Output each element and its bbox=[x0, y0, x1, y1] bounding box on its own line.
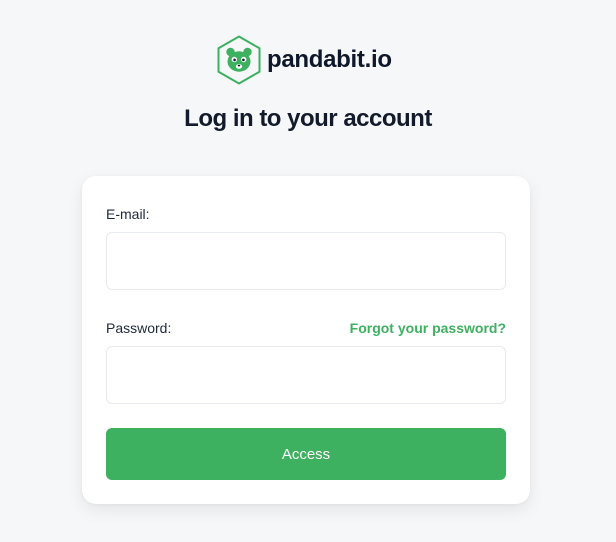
panda-hexagon-icon bbox=[217, 35, 261, 85]
page-title: Log in to your account bbox=[184, 105, 432, 132]
brand-name: pandabit.io bbox=[267, 46, 392, 73]
email-label: E-mail: bbox=[106, 206, 150, 222]
access-button[interactable]: Access bbox=[106, 428, 506, 480]
password-input[interactable] bbox=[106, 346, 506, 404]
password-label: Password: bbox=[106, 320, 172, 336]
login-card: E-mail: Password: Forgot your password? … bbox=[82, 176, 530, 504]
forgot-password-link[interactable]: Forgot your password? bbox=[350, 319, 506, 337]
email-input[interactable] bbox=[106, 232, 506, 290]
brand-logo: pandabit.io bbox=[216, 35, 392, 85]
